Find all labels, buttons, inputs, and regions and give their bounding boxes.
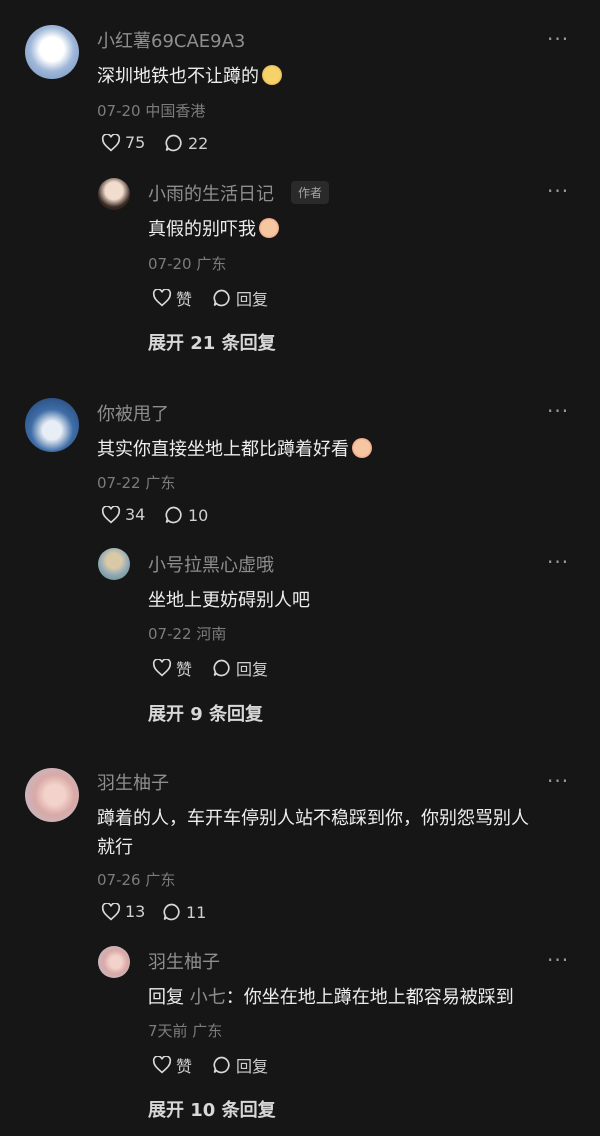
like-count: 34: [125, 505, 146, 524]
like-button[interactable]: 赞: [152, 286, 192, 310]
like-button[interactable]: 75: [101, 133, 145, 152]
reply-label: 回复: [236, 660, 269, 679]
comment-meta: 07-26 广东: [97, 871, 176, 889]
comment-bubble-icon: [213, 289, 230, 307]
more-options-icon[interactable]: ···: [547, 181, 569, 201]
more-options-icon[interactable]: ···: [547, 552, 569, 572]
reply-button[interactable]: 回复: [212, 286, 268, 310]
reply-username[interactable]: 小号拉黑心虚哦: [148, 551, 274, 577]
like-button[interactable]: 赞: [152, 1053, 192, 1077]
reply-prefix: 回复: [148, 987, 184, 1008]
comment-username[interactable]: 你被甩了: [97, 400, 169, 426]
more-options-icon[interactable]: ···: [547, 401, 569, 421]
reply-meta: 07-22 河南: [148, 625, 227, 643]
comment-text: 深圳地铁也不让蹲的: [97, 62, 282, 88]
heart-icon: [101, 902, 121, 920]
like-label: 赞: [176, 290, 193, 309]
like-button[interactable]: 13: [101, 902, 145, 921]
comment-meta: 07-20 中国香港: [97, 102, 206, 120]
comment-text: 其实你直接坐地上都比蹲着好看: [97, 435, 372, 461]
reply-button[interactable]: 回复: [212, 656, 268, 680]
like-label: 赞: [176, 1057, 193, 1076]
heart-icon: [101, 133, 121, 151]
expand-replies-button[interactable]: 展开 10 条回复: [148, 1096, 276, 1122]
author-badge: 作者: [291, 181, 330, 204]
expand-replies-button[interactable]: 展开 21 条回复: [148, 329, 276, 355]
comment-bubble-icon: [213, 1056, 230, 1074]
emoji-icon: [259, 218, 279, 238]
like-count: 13: [125, 902, 146, 921]
like-label: 赞: [176, 660, 193, 679]
heart-icon: [152, 1056, 172, 1074]
reply-count: 11: [186, 902, 207, 922]
emoji-icon: [262, 65, 282, 85]
comment-text-continued: 就行: [97, 837, 133, 858]
like-button[interactable]: 34: [101, 505, 145, 524]
reply-username[interactable]: 羽生柚子: [148, 948, 220, 974]
comment-meta: 07-22 广东: [97, 474, 176, 492]
reply-count: 10: [188, 505, 209, 525]
reply-button[interactable]: 10: [164, 505, 208, 525]
emoji-icon: [352, 438, 372, 458]
more-options-icon[interactable]: ···: [547, 29, 569, 49]
avatar[interactable]: [98, 548, 130, 580]
reply-text: 坐地上更妨碍别人吧: [148, 590, 310, 611]
reply-text: 回复 小七：你坐在地上蹲在地上都容易被踩到: [148, 987, 514, 1008]
comment-username[interactable]: 羽生柚子: [97, 769, 169, 795]
reply-username[interactable]: 小雨的生活日记: [148, 180, 274, 206]
reply-count: 22: [188, 133, 209, 153]
expand-replies-button[interactable]: 展开 9 条回复: [148, 700, 263, 726]
reply-button[interactable]: 22: [164, 133, 208, 153]
like-count: 75: [125, 133, 146, 152]
reply-button[interactable]: 回复: [212, 1053, 268, 1077]
comment-bubble-icon: [165, 506, 182, 524]
avatar[interactable]: [25, 768, 79, 822]
comment-bubble-icon: [165, 134, 182, 152]
reply-to-username[interactable]: 小七: [190, 987, 226, 1008]
reply-label: 回复: [236, 290, 269, 309]
reply-text: 真假的别吓我: [148, 215, 279, 241]
comment-username[interactable]: 小红薯69CAE9A3: [97, 27, 245, 53]
heart-icon: [152, 659, 172, 677]
comment-bubble-icon: [213, 659, 230, 677]
more-options-icon[interactable]: ···: [547, 950, 569, 970]
heart-icon: [101, 505, 121, 523]
avatar[interactable]: [25, 25, 79, 79]
comment-text: 蹲着的人，车开车停别人站不稳踩到你，你别怨骂别人: [97, 808, 529, 829]
reply-label: 回复: [236, 1057, 269, 1076]
reply-button[interactable]: 11: [162, 902, 206, 922]
like-button[interactable]: 赞: [152, 656, 192, 680]
reply-meta: 7天前 广东: [148, 1022, 223, 1040]
avatar[interactable]: [98, 178, 130, 210]
heart-icon: [152, 289, 172, 307]
comment-bubble-icon: [163, 903, 180, 921]
avatar[interactable]: [25, 398, 79, 452]
more-options-icon[interactable]: ···: [547, 771, 569, 791]
avatar[interactable]: [98, 946, 130, 978]
reply-meta: 07-20 广东: [148, 255, 227, 273]
